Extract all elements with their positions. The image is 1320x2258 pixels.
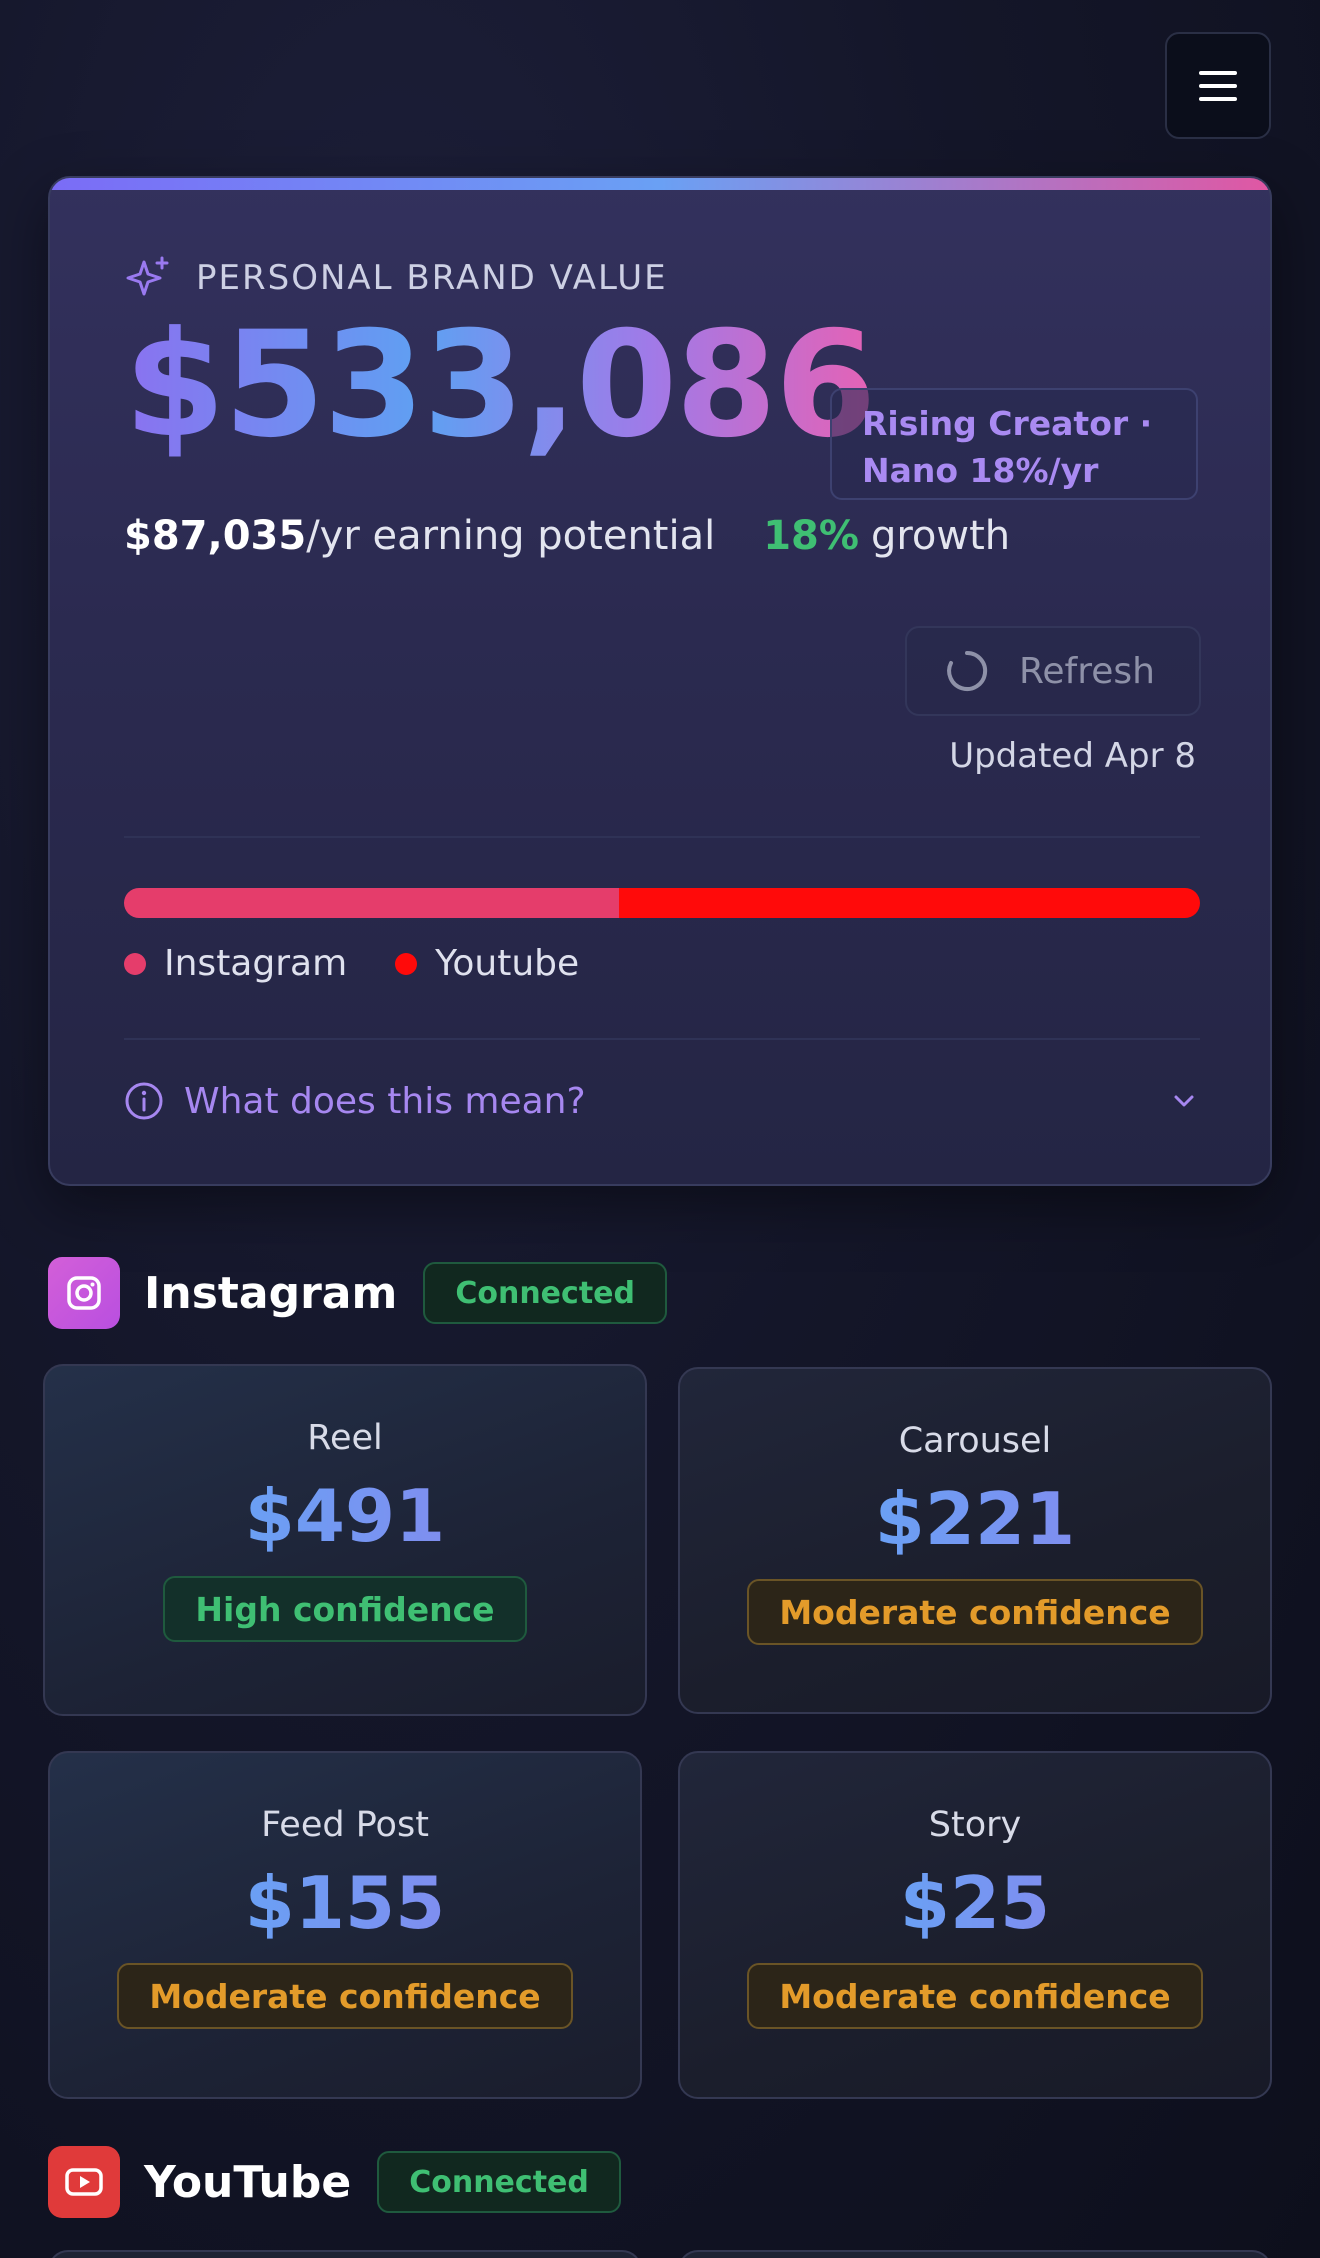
tier-badge: Rising Creator · Nano 18%/yr (830, 388, 1198, 500)
rate-type: Carousel (898, 1421, 1052, 1461)
divider (124, 1038, 1200, 1040)
split-segment-instagram (124, 888, 619, 918)
confidence-badge: Moderate confidence (747, 1963, 1203, 2029)
chevron-down-icon (1174, 1095, 1194, 1107)
legend-dot-instagram (124, 952, 146, 975)
instagram-section-header: Instagram Connected (48, 1257, 667, 1329)
legend-item-youtube: Youtube (395, 943, 579, 984)
card-accent-bar (50, 178, 1270, 190)
instagram-icon (48, 1257, 120, 1329)
instagram-status-badge: Connected (423, 1262, 667, 1324)
legend-label-youtube: Youtube (435, 943, 580, 984)
brand-value-card: PERSONAL BRAND VALUE $533,086 Rising Cre… (48, 176, 1272, 1186)
divider (124, 836, 1200, 838)
menu-button[interactable] (1165, 32, 1271, 139)
page: PERSONAL BRAND VALUE $533,086 Rising Cre… (0, 0, 1320, 2258)
confidence-badge: Moderate confidence (117, 1963, 573, 2029)
brand-value-label: PERSONAL BRAND VALUE (196, 258, 668, 298)
tier-badge-line1: Rising Creator · (862, 404, 1153, 443)
confidence-badge: High confidence (163, 1576, 527, 1642)
rate-card-reel[interactable]: Reel $491 High confidence (43, 1364, 647, 1716)
youtube-title: YouTube (144, 2156, 352, 2208)
rate-price: $491 (244, 1474, 446, 1558)
platform-split-bar (124, 888, 1200, 918)
earning-row: $87,035 /yr earning potential 18% growth (124, 513, 1010, 559)
youtube-rate-card-partial[interactable] (48, 2250, 642, 2258)
refresh-button[interactable]: Refresh (905, 626, 1201, 716)
growth-percent: 18% (763, 513, 859, 559)
growth-label: growth (870, 513, 1011, 559)
what-does-this-mean-toggle[interactable]: What does this mean? (124, 1071, 1200, 1131)
youtube-icon (48, 2146, 120, 2218)
rate-type: Feed Post (261, 1805, 429, 1845)
earning-amount: $87,035 (124, 513, 307, 559)
rate-type: Reel (307, 1418, 383, 1458)
sparkle-icon (126, 256, 169, 296)
youtube-rate-card-partial[interactable] (678, 2250, 1272, 2258)
what-does-this-mean-label: What does this mean? (184, 1080, 586, 1122)
rate-card-feed-post[interactable]: Feed Post $155 Moderate confidence (48, 1751, 642, 2099)
legend-dot-youtube (395, 952, 418, 975)
legend-label-instagram: Instagram (164, 943, 348, 984)
rate-price: $25 (899, 1861, 1051, 1945)
rate-card-story[interactable]: Story $25 Moderate confidence (678, 1751, 1272, 2099)
rate-card-carousel[interactable]: Carousel $221 Moderate confidence (678, 1367, 1272, 1714)
instagram-title: Instagram (144, 1267, 398, 1319)
youtube-section-header: YouTube Connected (48, 2146, 621, 2218)
refresh-label: Refresh (1019, 650, 1155, 692)
updated-timestamp: Updated Apr 8 (949, 736, 1196, 776)
platform-legend: Instagram Youtube (124, 943, 579, 984)
legend-item-instagram: Instagram (124, 943, 347, 984)
rate-type: Story (928, 1805, 1022, 1845)
youtube-status-badge: Connected (377, 2151, 621, 2213)
brand-label-row: PERSONAL BRAND VALUE (124, 254, 668, 302)
confidence-badge: Moderate confidence (747, 1579, 1203, 1645)
hamburger-icon (1199, 70, 1237, 101)
rate-price: $155 (244, 1861, 446, 1945)
split-segment-youtube (618, 888, 1200, 918)
rate-price: $221 (874, 1477, 1076, 1561)
earning-suffix: /yr earning potential (306, 513, 716, 559)
spinner-icon (947, 650, 988, 691)
tier-badge-line2: Nano 18%/yr (862, 451, 1099, 490)
brand-value-amount: $533,086 (124, 298, 877, 473)
info-icon (125, 1082, 163, 1120)
